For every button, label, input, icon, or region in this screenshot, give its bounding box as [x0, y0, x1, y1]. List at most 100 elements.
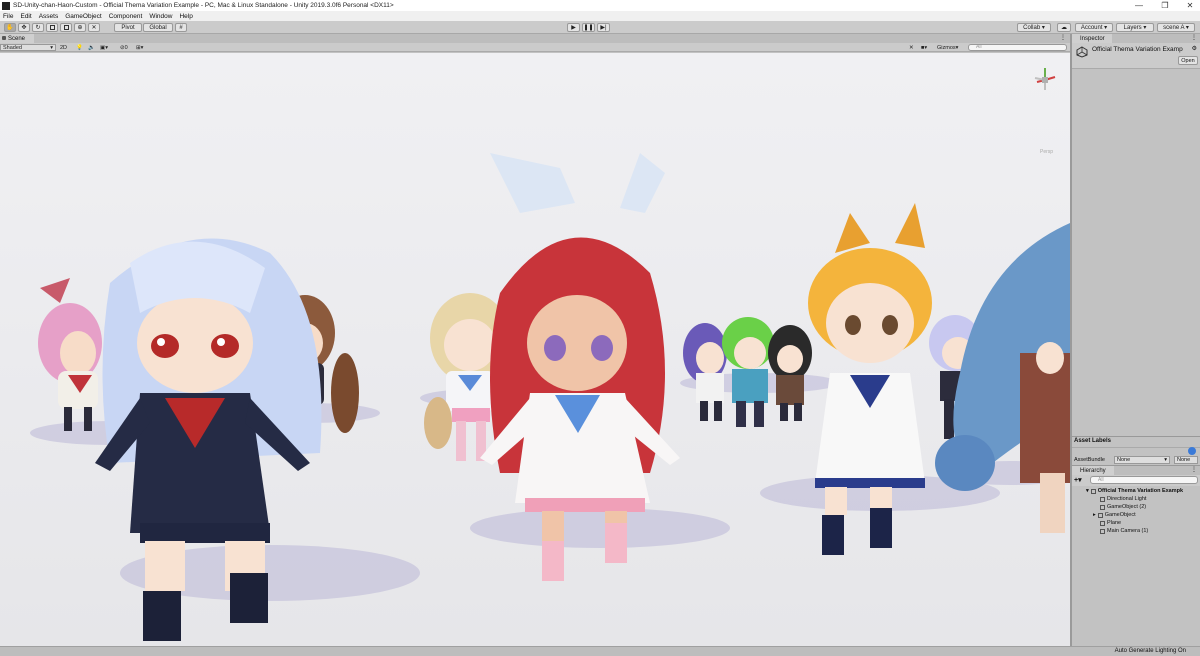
pivot-toggle[interactable]: Pivot — [114, 23, 142, 32]
grid-icon: ⊞▾ — [136, 44, 144, 51]
window-title: SD-Unity-chan-Haon-Custom - Official The… — [13, 2, 394, 9]
panel-menu-icon[interactable]: ⋮ — [1191, 466, 1197, 473]
chevron-down-icon: ▾ — [1164, 457, 1167, 463]
menu-component[interactable]: Component — [109, 13, 143, 20]
close-button[interactable]: ✕ — [1178, 0, 1200, 11]
layout-label: scene A ▾ — [1163, 25, 1189, 31]
tab-hierarchy[interactable]: Hierarchy — [1072, 466, 1114, 475]
scene-search-input[interactable]: All — [968, 44, 1067, 51]
inspector-object-title: Official Thema Variation Examp — [1092, 46, 1183, 53]
pivot-label: Pivot — [121, 24, 135, 31]
character-black-hair — [768, 325, 812, 421]
layers-dropdown[interactable]: Layers ▾ — [1116, 23, 1154, 32]
step-button[interactable]: ▶| — [597, 23, 610, 32]
rect-tool-button[interactable] — [60, 23, 72, 32]
2d-label: 2D — [60, 44, 68, 51]
hierarchy-item-label: GameObject — [1104, 512, 1136, 518]
transform-tool-button[interactable]: ⊕ — [74, 23, 86, 32]
play-button[interactable]: ▶ — [567, 23, 580, 32]
assetbundle-variant-value: None — [1177, 457, 1191, 463]
tools-settings-button[interactable]: ✕ — [909, 44, 914, 51]
hierarchy-item-label: Directional Light — [1107, 496, 1147, 502]
divider — [1072, 447, 1200, 448]
menu-gameobject[interactable]: GameObject — [65, 13, 102, 20]
effects-icon: ▣▾ — [100, 44, 108, 51]
draw-mode-label: Shaded — [3, 44, 22, 51]
assetbundle-dropdown[interactable]: None ▾ — [1114, 456, 1170, 464]
orientation-gizmo[interactable] — [1034, 68, 1056, 90]
hierarchy-item[interactable]: ▸ GameObject — [1093, 511, 1136, 519]
draw-mode-dropdown[interactable]: Shaded ▾ — [0, 44, 56, 51]
status-bar: Auto Generate Lighting On — [0, 646, 1200, 656]
gear-icon[interactable]: ⚙ — [1192, 45, 1197, 52]
account-dropdown[interactable]: Account ▾ — [1075, 23, 1113, 32]
maximize-button[interactable]: ❐ — [1153, 0, 1177, 11]
gameobject-icon — [1100, 520, 1105, 526]
global-label: Global — [149, 24, 167, 31]
expand-arrow-icon[interactable]: ▸ — [1093, 512, 1096, 518]
layout-dropdown[interactable]: scene A ▾ — [1157, 23, 1195, 32]
gameobject-icon — [1097, 512, 1103, 518]
hierarchy-item-label: GameObject (2) — [1107, 504, 1147, 510]
menu-help[interactable]: Help — [179, 13, 192, 20]
hierarchy-toolbar: +▾ All — [1072, 475, 1200, 486]
snap-button[interactable]: # — [175, 23, 187, 32]
menu-edit[interactable]: Edit — [20, 13, 31, 20]
window-title-bar: SD-Unity-chan-Haon-Custom - Official The… — [0, 0, 1200, 11]
scale-tool-button[interactable] — [46, 23, 58, 32]
custom-tool-button[interactable]: ✕ — [88, 23, 100, 32]
transform-icon: ⊕ — [77, 25, 83, 31]
scene-render — [30, 68, 1070, 641]
menu-file[interactable]: File — [3, 13, 13, 20]
hierarchy-panel: Hierarchy ⋮ +▾ All ▾ Official Thema Vari… — [1072, 465, 1200, 646]
minimize-button[interactable]: — — [1127, 0, 1151, 11]
global-toggle[interactable]: Global — [143, 23, 173, 32]
assetbundle-value: None — [1117, 457, 1131, 463]
hierarchy-item[interactable]: Plane — [1100, 519, 1121, 527]
tab-scene[interactable]: Scene — [0, 34, 34, 43]
hand-tool-button[interactable]: ✋ — [4, 23, 16, 32]
pause-icon: ❚❚ — [583, 25, 594, 31]
account-label: Account ▾ — [1080, 25, 1108, 31]
move-tool-button[interactable]: ✥ — [18, 23, 30, 32]
panel-menu-icon[interactable]: ⋮ — [1060, 34, 1066, 41]
scene-tab-bar: Scene ⋮ — [0, 34, 1070, 43]
pause-button[interactable]: ❚❚ — [582, 23, 595, 32]
camera-dropdown[interactable]: ■▾ — [921, 44, 927, 51]
effects-dropdown[interactable]: ▣▾ — [100, 44, 108, 51]
add-object-button[interactable]: +▾ — [1074, 476, 1082, 484]
main-toolbar: ✋ ✥ ↻ ⊕ ✕ Pivot Global # ▶ ❚❚ ▶| Collab … — [0, 21, 1200, 34]
lighting-toggle[interactable]: 💡 — [76, 44, 83, 51]
hierarchy-search-input[interactable]: All — [1090, 476, 1198, 484]
hierarchy-item-label: Main Camera (1) — [1107, 528, 1149, 534]
hierarchy-tab-label: Hierarchy — [1080, 467, 1106, 474]
hidden-objects-toggle[interactable]: ⊘ 0 — [120, 44, 128, 51]
assetbundle-variant-dropdown[interactable]: None — [1174, 456, 1198, 464]
label-icon[interactable] — [1188, 447, 1196, 455]
hierarchy-item[interactable]: Directional Light — [1100, 495, 1146, 503]
panel-menu-icon[interactable]: ⋮ — [1191, 34, 1197, 41]
gizmos-dropdown[interactable]: Gizmos ▾ — [937, 44, 958, 51]
projection-label[interactable]: Persp — [1040, 149, 1053, 155]
scene-tab-label: Scene — [8, 35, 26, 42]
cloud-button[interactable]: ☁ — [1057, 23, 1071, 32]
gameobject-icon — [1100, 496, 1105, 502]
hierarchy-item[interactable]: GameObject (2) — [1100, 503, 1146, 511]
play-icon: ▶ — [571, 25, 576, 31]
scene-viewport[interactable]: Persp — [0, 53, 1070, 646]
menu-assets[interactable]: Assets — [39, 13, 59, 20]
audio-toggle[interactable]: 🔈 — [88, 44, 95, 51]
tab-inspector[interactable]: Inspector — [1072, 34, 1112, 43]
collab-dropdown[interactable]: Collab ▾ — [1017, 23, 1051, 32]
scene-search-placeholder: All — [976, 44, 982, 50]
open-button[interactable]: Open — [1178, 56, 1198, 65]
menu-window[interactable]: Window — [149, 13, 172, 20]
2d-toggle[interactable]: 2D — [60, 44, 70, 51]
rotate-tool-button[interactable]: ↻ — [32, 23, 44, 32]
grid-dropdown[interactable]: ⊞▾ — [136, 44, 143, 51]
scene-toolbar: Shaded ▾ 2D 💡 🔈 ▣▾ ⊘ 0 ⊞▾ ✕ ■▾ Gizmos ▾ All — [0, 43, 1070, 52]
character-purple-hair — [683, 323, 727, 421]
hierarchy-scene-root[interactable]: ▾ Official Thema Variation Exampk — [1086, 487, 1183, 495]
hierarchy-item[interactable]: Main Camera (1) — [1100, 527, 1148, 535]
expand-arrow-icon: ▾ — [1086, 488, 1089, 494]
